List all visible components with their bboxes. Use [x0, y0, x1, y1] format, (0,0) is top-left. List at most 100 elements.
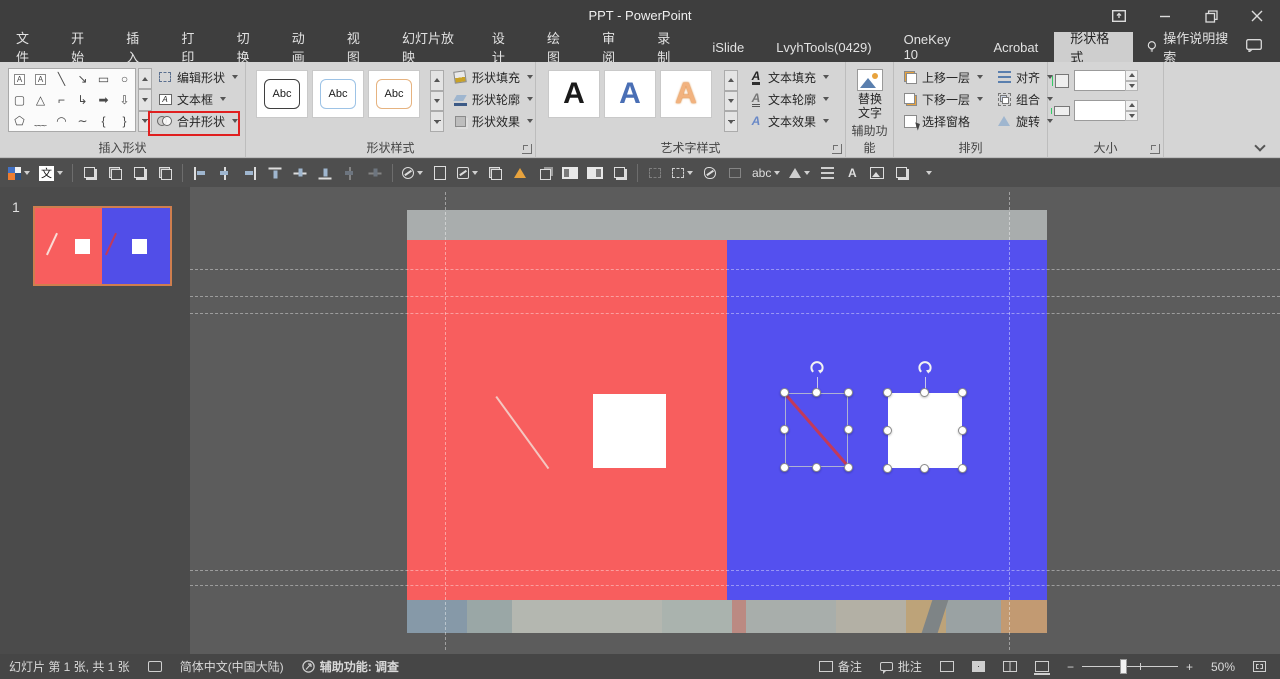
text-fill-button[interactable]: A 文本填充 [744, 66, 833, 88]
align-center-icon[interactable] [217, 164, 233, 182]
shape-textbox-h-icon[interactable]: A [9, 69, 30, 90]
tab-file[interactable]: 文件 [0, 32, 55, 62]
resize-handle[interactable] [812, 388, 821, 397]
slide-layout-1-icon[interactable] [562, 164, 578, 182]
rotation-handle[interactable] [808, 359, 826, 377]
align-middle-icon[interactable] [292, 164, 308, 182]
text-box-button[interactable]: A 文本框 [153, 88, 242, 110]
tab-draw[interactable]: 绘图 [531, 32, 586, 62]
resize-handle[interactable] [958, 464, 967, 473]
shape-left-brace-icon[interactable]: { [93, 110, 114, 131]
tab-review[interactable]: 审阅 [586, 32, 641, 62]
shape-outline-button[interactable]: 形状轮廓 [448, 88, 537, 110]
collapse-ribbon-button[interactable] [1254, 144, 1266, 152]
tab-record[interactable]: 录制 [641, 32, 696, 62]
zoom-out-button[interactable]: − [1058, 660, 1076, 674]
shape-effects-button[interactable]: 形状效果 [448, 110, 537, 132]
tell-me-search[interactable]: 操作说明搜索 [1133, 32, 1246, 62]
merge-shapes-quick-icon[interactable] [457, 164, 478, 182]
align-left-icon[interactable] [192, 164, 208, 182]
selected-white-square[interactable] [888, 393, 962, 468]
shape-rectangle-icon[interactable]: ▭ [93, 69, 114, 90]
align-top-icon[interactable] [267, 164, 283, 182]
resize-handle[interactable] [812, 463, 821, 472]
tab-onekey[interactable]: OneKey 10 [888, 32, 978, 62]
height-step-down[interactable] [1125, 81, 1138, 92]
shape-gallery[interactable]: A A ╲ ↘ ▭ ○ ▢ △ ⌐ ↳ ➡ ⇩ ⬠ ﹏ ◠ ∼ { } [8, 68, 136, 132]
shape-right-brace-icon[interactable]: } [114, 110, 135, 131]
shape-freeform-icon[interactable]: ⬠ [9, 110, 30, 131]
row-spacing-icon[interactable] [819, 164, 835, 182]
tab-shape-format[interactable]: 形状格式 [1054, 32, 1132, 62]
rotate-quick-icon[interactable] [789, 164, 810, 182]
text-effects-button[interactable]: A 文本效果 [744, 110, 833, 132]
shape-oval-icon[interactable]: ○ [114, 69, 135, 90]
tab-home[interactable]: 开始 [55, 32, 110, 62]
resize-handle[interactable] [780, 388, 789, 397]
resize-handle[interactable] [844, 425, 853, 434]
resize-handle[interactable] [920, 464, 929, 473]
shape-curve-icon[interactable]: ∼ [72, 110, 93, 131]
slide-blue-half[interactable] [727, 240, 1047, 600]
close-button[interactable] [1234, 0, 1280, 32]
wordart-preview-3[interactable]: A [660, 70, 712, 118]
gallery-more-button[interactable] [138, 111, 152, 132]
resize-handle[interactable] [883, 426, 892, 435]
shape-arc-icon[interactable]: ◠ [51, 110, 72, 131]
accessibility-status[interactable]: 辅助功能: 调查 [293, 658, 408, 675]
animation-painter-icon[interactable] [512, 164, 528, 182]
gallery-scroll-up[interactable] [138, 68, 152, 89]
tab-islide[interactable]: iSlide [696, 32, 760, 62]
resize-handle[interactable] [780, 425, 789, 434]
threed-model-icon[interactable] [537, 164, 553, 182]
gallery-scroll-down[interactable] [138, 89, 152, 110]
bring-forward-button[interactable]: 上移一层 [898, 66, 987, 88]
tab-insert[interactable]: 插入 [110, 32, 165, 62]
tab-animations[interactable]: 动画 [276, 32, 331, 62]
size-dialog-launcher[interactable] [1150, 144, 1160, 154]
wordart-more-button[interactable] [724, 111, 738, 132]
slide-layout-2-icon[interactable] [587, 164, 603, 182]
wordart-preview-2[interactable]: A [604, 70, 656, 118]
resize-handle[interactable] [920, 388, 929, 397]
wordart-scroll-up[interactable] [724, 70, 738, 91]
character-spacing-icon[interactable]: A [844, 164, 860, 182]
align-bottom-icon[interactable] [317, 164, 333, 182]
zoom-slider[interactable] [1082, 666, 1178, 667]
resize-icon[interactable] [432, 164, 448, 182]
notes-toggle[interactable]: 备注 [810, 658, 871, 675]
reading-view-button[interactable] [994, 661, 1026, 672]
language-status[interactable]: 简体中文(中国大陆) [171, 658, 293, 675]
slide-canvas[interactable] [407, 210, 1047, 633]
wordart-dialog-launcher[interactable] [832, 144, 842, 154]
wordart-scroll-down[interactable] [724, 91, 738, 112]
fit-to-window-button[interactable] [1244, 661, 1280, 672]
resize-handle[interactable] [883, 388, 892, 397]
shape-elbow-icon[interactable]: ⌐ [51, 90, 72, 111]
tab-view[interactable]: 视图 [331, 32, 386, 62]
freeform-icon[interactable] [702, 164, 718, 182]
shape-textbox-v-icon[interactable]: A [30, 69, 51, 90]
shape-styles-more-button[interactable] [430, 111, 444, 132]
align-right-icon[interactable] [242, 164, 258, 182]
shape-elbow-arrow-icon[interactable]: ↳ [72, 90, 93, 111]
shape-quick-style-icon[interactable] [402, 164, 423, 182]
shape-styles-scroll-up[interactable] [430, 70, 444, 91]
shape-rounded-rect-icon[interactable]: ▢ [9, 90, 30, 111]
shape-scribble-icon[interactable]: ﹏ [30, 110, 51, 131]
theme-colors-icon[interactable] [8, 164, 30, 182]
edit-shape-button[interactable]: 编辑形状 [153, 66, 242, 88]
display-settings-icon[interactable] [139, 661, 171, 672]
send-backward-icon[interactable] [157, 164, 173, 182]
shape-style-preview-2[interactable]: Abc [312, 70, 364, 118]
height-step-up[interactable] [1125, 70, 1138, 81]
toolbar-overflow-icon[interactable] [919, 164, 935, 182]
send-backward-button[interactable]: 下移一层 [898, 88, 987, 110]
resize-handle[interactable] [780, 463, 789, 472]
feedback-icon[interactable] [1246, 39, 1262, 62]
shape-styles-dialog-launcher[interactable] [522, 144, 532, 154]
text-direction-icon[interactable]: abc [752, 164, 780, 182]
shape-right-arrow-icon[interactable]: ➡ [93, 90, 114, 111]
change-shape-icon[interactable] [672, 164, 693, 182]
shape-line-icon[interactable]: ╲ [51, 69, 72, 90]
